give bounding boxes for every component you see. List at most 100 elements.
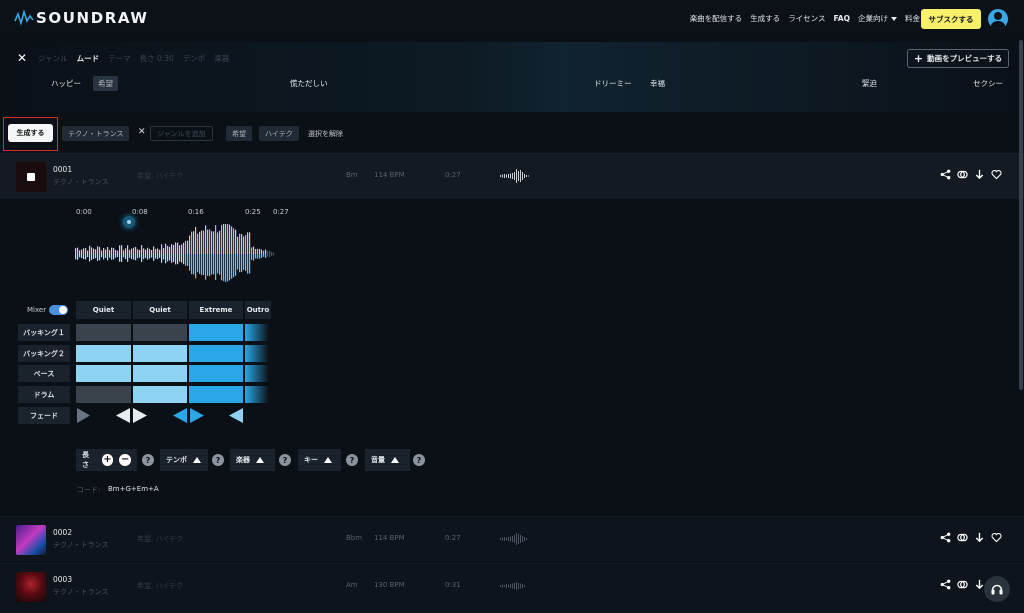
help-icon[interactable]: ? [212,454,224,466]
mixer-cell[interactable] [76,365,131,382]
mini-waveform[interactable] [500,531,534,547]
mood-hopeful[interactable]: 希望 [93,76,118,91]
key-up-icon[interactable] [324,457,332,463]
clear-selection-link[interactable]: 選択を解除 [308,129,343,139]
help-icon[interactable]: ? [346,454,358,466]
remove-genre-icon[interactable]: ✕ [138,127,146,137]
share-icon[interactable] [940,579,951,590]
waveform-bar [151,250,153,254]
mixer-toggle[interactable] [49,305,68,315]
length-plus-icon[interactable]: + [101,454,114,466]
download-icon[interactable] [974,532,985,543]
heart-icon[interactable] [991,532,1002,543]
section-header[interactable]: Extreme [189,301,243,319]
generate-button[interactable]: 生成する [8,124,53,142]
tempo-up-icon[interactable] [193,457,201,463]
share-icon[interactable] [940,169,951,180]
track-row[interactable]: 0001 テクノ・トランス 希望, ハイテク Bm 114 BPM 0:27 [0,153,1024,199]
mixer-cell[interactable] [133,365,187,382]
tab-tempo[interactable]: テンポ [183,53,206,64]
tab-genre[interactable]: ジャンル [38,53,68,64]
mood-elated[interactable]: 幸福 [650,78,665,89]
mini-waveform[interactable] [500,578,534,594]
mixer-cell[interactable] [245,345,269,362]
mixer-cell[interactable] [133,324,187,341]
fade-controls[interactable] [76,407,271,424]
help-icon[interactable]: ? [413,454,425,466]
mixer-cell[interactable] [189,365,243,382]
tab-length[interactable]: 長さ 0:30 [140,53,174,64]
main-waveform[interactable] [75,224,275,284]
brand-name: SOUNDRAW [36,9,149,27]
subscribe-button[interactable]: サブスクする [921,9,981,29]
support-chat-button[interactable] [984,576,1010,602]
mixer-cell[interactable] [245,365,269,382]
similar-icon[interactable] [957,579,968,590]
waveform-bar [139,254,141,258]
user-avatar-icon[interactable] [988,9,1008,29]
waveform-bar [109,250,111,254]
mixer-cell[interactable] [189,386,243,403]
track-row[interactable]: 0002 テクノ・トランス 希望, ハイテク Bbm 114 BPM 0:27 [0,516,1024,562]
instruments-control[interactable]: 楽器 [230,449,275,471]
add-genre-button[interactable]: ジャンルを追加 [150,126,213,141]
tab-mood[interactable]: ムード [77,53,100,64]
mixer-cell[interactable] [189,324,243,341]
help-icon[interactable]: ? [279,454,291,466]
mood-happy[interactable]: ハッピー [51,78,81,89]
volume-control[interactable]: 音量 [365,449,410,471]
heart-icon[interactable] [991,169,1002,180]
key-control[interactable]: キー [298,449,341,471]
track-row[interactable]: 0003 テクノ・トランス 希望, ハイテク Am 130 BPM 0:31 [0,563,1024,613]
volume-up-icon[interactable] [391,457,399,463]
mixer-cell[interactable] [76,345,131,362]
mixer-cell[interactable] [189,345,243,362]
nav-pricing-link[interactable]: 料金 [905,13,920,24]
section-header[interactable]: Outro [245,301,271,319]
nav-enterprise-dropdown[interactable]: 企業向け [858,13,897,24]
mood-hectic[interactable]: 慌ただしい [290,78,328,89]
track-cover-image[interactable] [16,572,46,602]
waveform-bar [91,247,93,254]
nav-distribute-link[interactable]: 楽曲を配信する [690,13,743,24]
help-icon[interactable]: ? [142,454,154,466]
tempo-control[interactable]: テンポ [160,449,208,471]
similar-icon[interactable] [957,169,968,180]
nav-faq-link[interactable]: FAQ [834,14,850,23]
mini-waveform[interactable] [500,168,534,184]
download-icon[interactable] [974,169,985,180]
tab-instruments[interactable]: 楽器 [214,53,229,64]
similar-icon[interactable] [957,532,968,543]
waveform-bar [243,254,245,270]
mixer-cell[interactable] [245,386,269,403]
nav-license-link[interactable]: ライセンス [788,13,825,24]
mood-tense[interactable]: 緊迫 [862,78,877,89]
close-filter-icon[interactable]: ✕ [17,51,27,65]
waveform-bar [267,251,269,254]
selected-mood-chip-hightech[interactable]: ハイテク [259,126,299,141]
track-cover-image[interactable] [16,525,46,555]
selected-genre-chip[interactable]: テクノ・トランス [62,126,130,141]
tab-theme[interactable]: テーマ [108,53,131,64]
mood-dreamy[interactable]: ドリーミー [594,78,632,89]
track-actions [940,532,1002,543]
nav-generate-link[interactable]: 生成する [750,13,780,24]
soundraw-logo[interactable]: SOUNDRAW [14,9,149,27]
mixer-cell[interactable] [245,324,269,341]
waveform-bar [153,254,155,261]
mixer-cell[interactable] [76,324,131,341]
length-minus-icon[interactable]: − [119,454,131,466]
mood-sexy[interactable]: セクシー [973,78,1003,89]
mixer-cell[interactable] [133,345,187,362]
track-key: Am [346,581,358,589]
section-header[interactable]: Quiet [133,301,187,319]
mixer-cell[interactable] [133,386,187,403]
selected-mood-chip-hopeful[interactable]: 希望 [226,126,252,141]
share-icon[interactable] [940,532,951,543]
page-scrollbar[interactable] [1019,40,1023,390]
instruments-up-icon[interactable] [256,457,264,463]
stop-button[interactable] [16,162,46,192]
section-header[interactable]: Quiet [76,301,131,319]
preview-video-button[interactable]: + 動画をプレビューする [907,49,1009,68]
mixer-cell[interactable] [76,386,131,403]
